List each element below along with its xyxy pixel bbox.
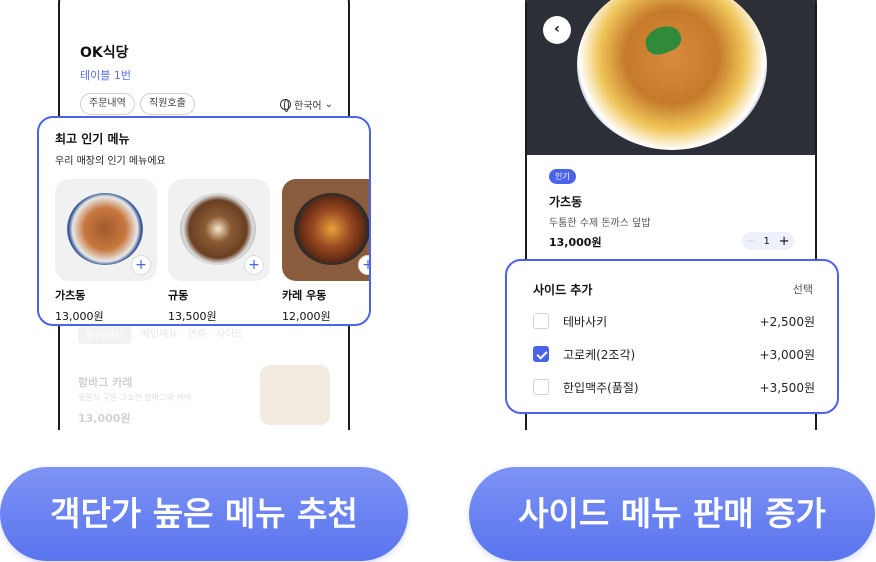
side-select-label: 선택 bbox=[792, 283, 813, 296]
shop-name: OK식당 bbox=[80, 45, 129, 61]
tab-popular[interactable]: 인기메뉴 bbox=[78, 325, 131, 344]
menu-item-price: 13,000원 bbox=[55, 310, 104, 323]
checkbox[interactable] bbox=[533, 379, 549, 395]
globe-icon bbox=[280, 99, 291, 112]
option-label: 고로케(2조각) bbox=[563, 347, 636, 362]
list-item-desc: 일본식 구운 고소한 함바그와 카레 bbox=[78, 393, 192, 402]
menu-thumbnail: + bbox=[282, 179, 369, 281]
menu-item-name: 규동 bbox=[168, 289, 189, 302]
category-tabs: 인기메뉴 메인메뉴 면류 사이드 bbox=[78, 325, 244, 344]
popular-subtitle: 우리 매장의 인기 메뉴에요 bbox=[55, 156, 166, 167]
popular-title: 최고 인기 메뉴 bbox=[55, 132, 130, 146]
chevron-down-icon: ⌄ bbox=[324, 99, 333, 110]
caption-upsell: 객단가 높은 메뉴 추천 bbox=[0, 467, 408, 561]
tab-main[interactable]: 메인메뉴 bbox=[141, 325, 178, 344]
menu-item-price: 12,000원 bbox=[282, 310, 331, 323]
quantity-stepper[interactable]: − 1 + bbox=[742, 232, 794, 250]
side-option-croquette[interactable]: 고로케(2조각) +3,000원 bbox=[533, 345, 815, 363]
side-options-card: 사이드 추가 선택 테바사키 +2,500원 고로케(2조각) +3,000원 … bbox=[505, 259, 839, 414]
option-price: +3,500원 bbox=[759, 380, 815, 395]
menu-thumbnail: + bbox=[168, 179, 270, 281]
food-image bbox=[67, 193, 143, 265]
table-number: 테이블 1번 bbox=[80, 69, 131, 82]
side-option-beer[interactable]: 한입맥주(품절) +3,500원 bbox=[533, 378, 815, 396]
quantity-value: 1 bbox=[763, 235, 770, 247]
tab-noodles[interactable]: 면류 bbox=[188, 325, 206, 344]
back-button[interactable]: ‹ bbox=[543, 16, 571, 44]
plus-icon[interactable]: + bbox=[779, 234, 790, 249]
list-item-price: 13,000원 bbox=[78, 412, 131, 425]
add-button[interactable]: + bbox=[244, 255, 264, 275]
popular-menu-card: 최고 인기 메뉴 우리 매장의 인기 메뉴에요 + 가츠동 13,000원 + … bbox=[37, 116, 371, 326]
food-image bbox=[180, 193, 256, 265]
minus-icon[interactable]: − bbox=[746, 236, 754, 247]
list-item-name: 함바그 카레 bbox=[78, 376, 133, 389]
call-staff-button[interactable]: 직원호출 bbox=[140, 93, 195, 115]
menu-item-curry-udon[interactable]: + 카레 우동 12,000원 bbox=[282, 179, 369, 324]
option-price: +3,000원 bbox=[759, 347, 815, 362]
option-label: 한입맥주(품절) bbox=[563, 380, 639, 395]
dish-name: 가츠동 bbox=[549, 195, 583, 209]
menu-item-gyudon[interactable]: + 규동 13,500원 bbox=[168, 179, 270, 324]
add-button[interactable]: + bbox=[131, 255, 151, 275]
option-price: +2,500원 bbox=[759, 314, 815, 329]
side-option-tebasaki[interactable]: 테바사키 +2,500원 bbox=[533, 312, 815, 330]
menu-item-price: 13,500원 bbox=[168, 310, 217, 323]
option-label: 테바사키 bbox=[563, 314, 608, 329]
dish-hero-image bbox=[527, 0, 815, 155]
caption-side-sales: 사이드 메뉴 판매 증가 bbox=[469, 467, 875, 561]
menu-item-name: 가츠동 bbox=[55, 289, 86, 302]
menu-item-katsudon[interactable]: + 가츠동 13,000원 bbox=[55, 179, 157, 324]
language-label: 한국어 bbox=[294, 101, 322, 112]
chevron-left-icon: ‹ bbox=[554, 21, 560, 37]
dish-price: 13,000원 bbox=[549, 236, 602, 249]
dish-description: 두툼한 수제 돈까스 덮밥 bbox=[549, 218, 651, 229]
order-history-button[interactable]: 주문내역 bbox=[80, 93, 135, 115]
food-image bbox=[294, 193, 369, 265]
checkbox[interactable] bbox=[533, 313, 549, 329]
menu-thumbnail: + bbox=[55, 179, 157, 281]
menu-item-name: 카레 우동 bbox=[282, 289, 327, 302]
food-image bbox=[577, 0, 767, 150]
side-title: 사이드 추가 bbox=[533, 283, 593, 297]
tab-side[interactable]: 사이드 bbox=[216, 325, 244, 344]
add-button[interactable]: + bbox=[358, 255, 369, 275]
popular-badge: 인기 bbox=[549, 169, 576, 184]
language-selector[interactable]: 한국어 ⌄ bbox=[280, 97, 333, 112]
checkbox-checked[interactable] bbox=[533, 346, 549, 362]
faded-menu-list: 인기메뉴 메인메뉴 면류 사이드 함바그 카레 일본식 구운 고소한 함바그와 … bbox=[60, 322, 348, 430]
list-item-thumbnail bbox=[260, 365, 330, 425]
